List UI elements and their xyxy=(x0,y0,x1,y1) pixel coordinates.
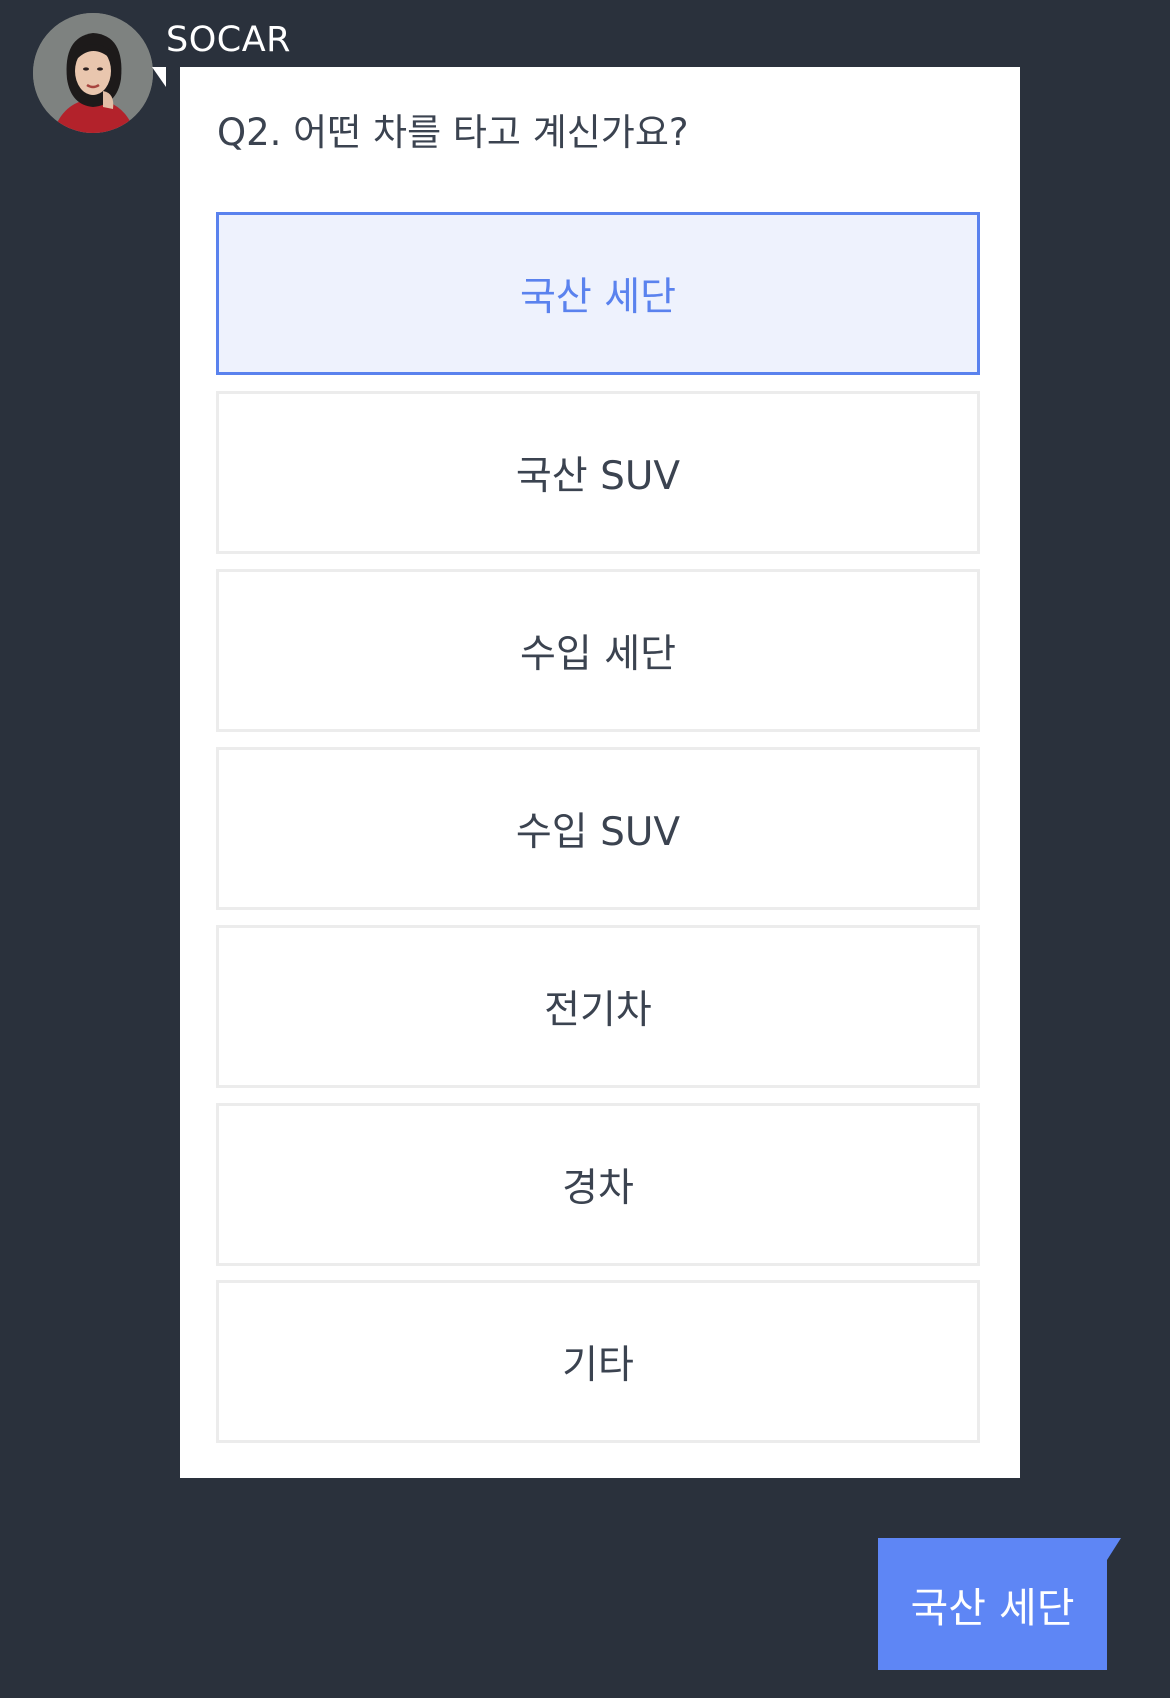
question-card: Q2. 어떤 차를 타고 계신가요? 국산 세단 국산 SUV 수입 세단 수입… xyxy=(180,67,1020,1478)
user-reply-bubble: 국산 세단 xyxy=(878,1538,1107,1670)
option-compact-car[interactable]: 경차 xyxy=(216,1103,980,1266)
sender-avatar[interactable] xyxy=(33,13,153,133)
option-electric-car[interactable]: 전기차 xyxy=(216,925,980,1088)
option-domestic-sedan[interactable]: 국산 세단 xyxy=(216,212,980,375)
message-tail xyxy=(152,67,166,87)
sender-name: SOCAR xyxy=(166,20,291,60)
question-title: Q2. 어떤 차를 타고 계신가요? xyxy=(217,111,689,154)
option-imported-sedan[interactable]: 수입 세단 xyxy=(216,569,980,732)
option-other[interactable]: 기타 xyxy=(216,1280,980,1443)
option-domestic-suv[interactable]: 국산 SUV xyxy=(216,391,980,554)
reply-tail xyxy=(1107,1538,1121,1560)
avatar-portrait xyxy=(33,13,153,133)
option-imported-suv[interactable]: 수입 SUV xyxy=(216,747,980,910)
